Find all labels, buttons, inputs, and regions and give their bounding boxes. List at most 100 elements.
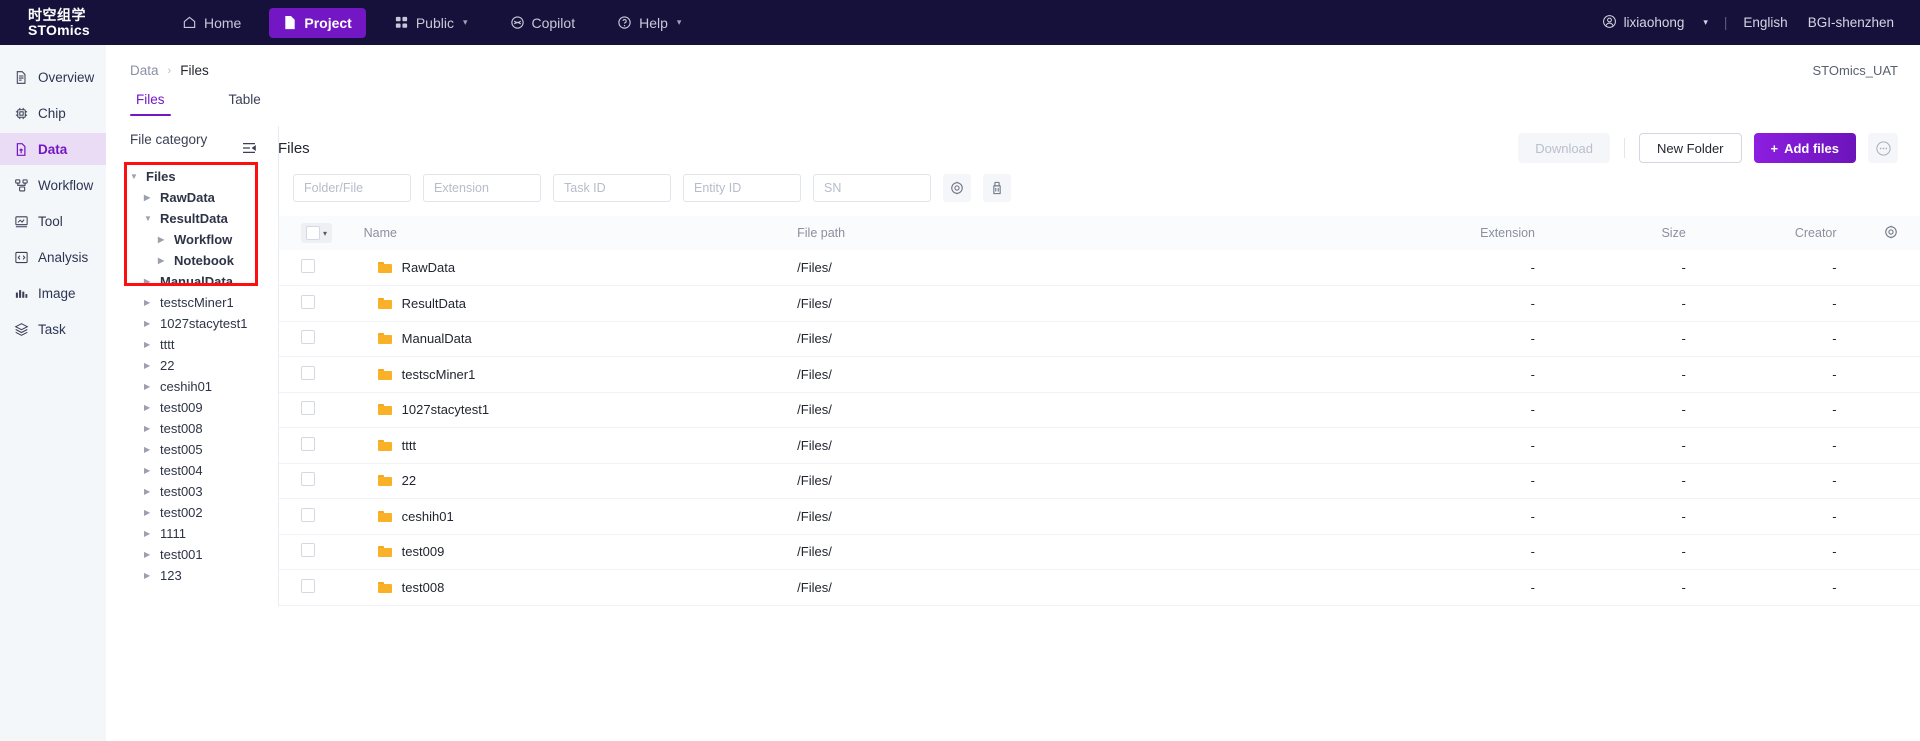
tree-node-manualdata[interactable]: ▶ ManualData	[130, 271, 278, 292]
row-name-label[interactable]: ManualData	[402, 331, 472, 346]
tree-node-test002[interactable]: ▶ test002	[130, 502, 278, 523]
nav-item-home[interactable]: Home	[168, 8, 255, 38]
table-row[interactable]: 22/Files/- - -	[279, 463, 1920, 499]
tree-node-files[interactable]: ▼ Files	[130, 166, 278, 187]
collapse-tree-icon[interactable]	[236, 135, 262, 161]
chevron-right-icon[interactable]: ▶	[144, 193, 154, 202]
row-checkbox[interactable]	[301, 436, 315, 451]
row-name-label[interactable]: RawData	[402, 260, 455, 275]
nav-item-public[interactable]: Public ▾	[380, 8, 482, 38]
chevron-right-icon[interactable]: ▶	[144, 340, 154, 349]
tree-node-test008[interactable]: ▶ test008	[130, 418, 278, 439]
sidebar-item-image[interactable]: Image	[0, 277, 106, 309]
chevron-right-icon[interactable]: ▶	[144, 466, 154, 475]
row-name-label[interactable]: test009	[402, 544, 445, 559]
row-checkbox[interactable]	[301, 330, 315, 345]
search-input-task-id[interactable]	[553, 174, 671, 202]
tab-table[interactable]: Table	[223, 92, 267, 116]
row-name-label[interactable]: testscMiner1	[402, 367, 476, 382]
table-row[interactable]: ResultData/Files/- - -	[279, 285, 1920, 322]
tree-node-test004[interactable]: ▶ test004	[130, 460, 278, 481]
tab-files[interactable]: Files	[130, 92, 171, 116]
tree-node-tttt[interactable]: ▶ tttt	[130, 334, 278, 355]
chevron-right-icon[interactable]: ▶	[144, 361, 154, 370]
sidebar-item-task[interactable]: Task	[0, 313, 106, 345]
tree-node-resultdata[interactable]: ▼ ResultData	[130, 208, 278, 229]
organization-label[interactable]: BGI-shenzhen	[1808, 15, 1894, 30]
chevron-right-icon[interactable]: ▶	[144, 277, 154, 286]
row-checkbox[interactable]	[301, 365, 315, 380]
column-header-file-path[interactable]: File path	[789, 216, 1330, 250]
nav-item-project[interactable]: Project	[269, 7, 366, 38]
chevron-right-icon[interactable]: ▶	[158, 256, 168, 265]
row-name-label[interactable]: test008	[402, 580, 445, 595]
select-all-checkbox-group[interactable]: ▾	[301, 223, 333, 243]
chevron-right-icon[interactable]: ▶	[144, 382, 154, 391]
row-checkbox[interactable]	[301, 472, 315, 487]
search-input-sn[interactable]	[813, 174, 931, 202]
chevron-down-icon[interactable]: ▾	[323, 229, 327, 238]
tree-node-test003[interactable]: ▶ test003	[130, 481, 278, 502]
tree-node-test005[interactable]: ▶ test005	[130, 439, 278, 460]
tree-node-ceshih01[interactable]: ▶ ceshih01	[130, 376, 278, 397]
chevron-right-icon[interactable]: ▶	[144, 529, 154, 538]
row-checkbox[interactable]	[301, 294, 315, 309]
chevron-right-icon[interactable]: ▶	[158, 235, 168, 244]
chevron-right-icon[interactable]: ▶	[144, 550, 154, 559]
table-row[interactable]: test008/Files/- - -	[279, 569, 1920, 606]
sidebar-item-workflow[interactable]: Workflow	[0, 169, 106, 201]
sidebar-item-tool[interactable]: Tool	[0, 205, 106, 237]
select-all-checkbox[interactable]	[306, 226, 320, 240]
chevron-down-icon[interactable]: ▼	[130, 172, 140, 181]
brand-logo[interactable]: 时空组学 STOmics	[0, 0, 130, 45]
row-checkbox[interactable]	[301, 507, 315, 522]
chevron-right-icon[interactable]: ▶	[144, 298, 154, 307]
chevron-right-icon[interactable]: ▶	[144, 487, 154, 496]
tree-node-notebook[interactable]: ▶ Notebook	[130, 250, 278, 271]
column-header-name[interactable]: Name	[355, 216, 790, 250]
nav-item-copilot[interactable]: Copilot	[496, 8, 590, 38]
breadcrumb-root[interactable]: Data	[130, 63, 159, 78]
chevron-right-icon[interactable]: ▶	[144, 571, 154, 580]
column-settings-icon[interactable]	[1844, 216, 1920, 250]
tree-node-workflow[interactable]: ▶ Workflow	[130, 229, 278, 250]
table-row[interactable]: ceshih01/Files/- - -	[279, 498, 1920, 535]
column-header-creator[interactable]: Creator	[1693, 216, 1845, 250]
sidebar-item-data[interactable]: Data	[0, 133, 106, 165]
tree-node-1027stacytest1[interactable]: ▶ 1027stacytest1	[130, 313, 278, 334]
table-row[interactable]: ManualData/Files/- - -	[279, 321, 1920, 357]
search-input-extension[interactable]	[423, 174, 541, 202]
chevron-down-icon[interactable]: ▼	[144, 214, 154, 223]
column-header-size[interactable]: Size	[1543, 216, 1694, 250]
row-checkbox[interactable]	[301, 578, 315, 593]
clear-filters-icon[interactable]	[983, 174, 1011, 202]
table-row[interactable]: RawData/Files/- - -	[279, 250, 1920, 286]
search-input-entity-id[interactable]	[683, 174, 801, 202]
tree-node-1111[interactable]: ▶ 1111	[130, 523, 278, 544]
ellipsis-icon[interactable]	[1868, 133, 1898, 163]
chevron-right-icon[interactable]: ▶	[144, 445, 154, 454]
table-row[interactable]: test009/Files/- - -	[279, 534, 1920, 570]
chevron-right-icon[interactable]: ▶	[144, 424, 154, 433]
tree-node-123[interactable]: ▶ 123	[130, 565, 278, 586]
chevron-right-icon[interactable]: ▶	[144, 508, 154, 517]
row-name-label[interactable]: ResultData	[402, 296, 466, 311]
row-checkbox[interactable]	[301, 543, 315, 558]
row-name-label[interactable]: 22	[402, 473, 416, 488]
new-folder-button[interactable]: New Folder	[1639, 133, 1742, 163]
tree-node-rawdata[interactable]: ▶ RawData	[130, 187, 278, 208]
chevron-right-icon[interactable]: ▶	[144, 403, 154, 412]
row-name-label[interactable]: tttt	[402, 438, 416, 453]
row-name-label[interactable]: 1027stacytest1	[402, 402, 489, 417]
add-files-button[interactable]: + Add files	[1753, 133, 1856, 163]
tree-node-test009[interactable]: ▶ test009	[130, 397, 278, 418]
tree-node-test001[interactable]: ▶ test001	[130, 544, 278, 565]
row-name-label[interactable]: ceshih01	[402, 509, 454, 524]
table-row[interactable]: tttt/Files/- - -	[279, 427, 1920, 464]
row-checkbox[interactable]	[301, 259, 315, 273]
language-selector[interactable]: English	[1743, 15, 1787, 30]
table-row[interactable]: 1027stacytest1/Files/- - -	[279, 392, 1920, 428]
row-checkbox[interactable]	[301, 401, 315, 416]
sidebar-item-chip[interactable]: Chip	[0, 97, 106, 129]
search-input-folder-file[interactable]	[293, 174, 411, 202]
